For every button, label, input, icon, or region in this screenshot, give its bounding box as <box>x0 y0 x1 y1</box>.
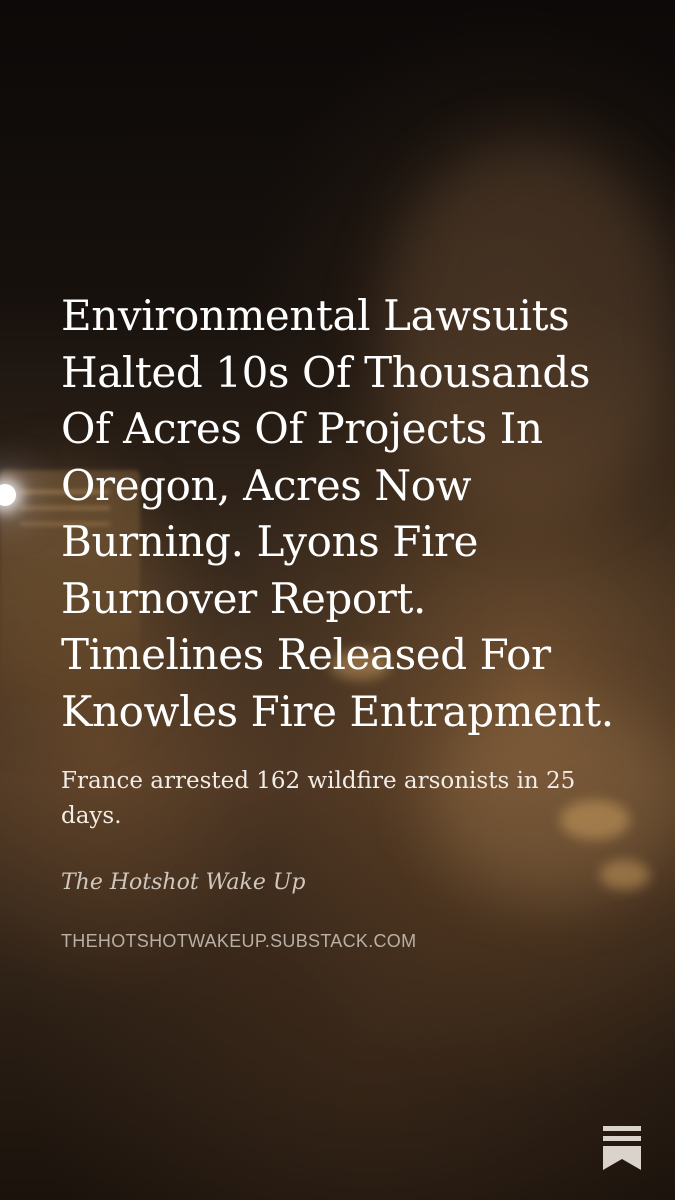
post-title[interactable]: Environmental Lawsuits Halted 10s Of Tho… <box>61 288 641 740</box>
publication-name: The Hotshot Wake Up <box>61 870 306 895</box>
publication-domain-link[interactable]: THEHOTSHOTWAKEUP.SUBSTACK.COM <box>61 931 641 952</box>
post-subtitle: France arrested 162 wildfire arsonists i… <box>61 768 576 829</box>
post-card[interactable]: Environmental Lawsuits Halted 10s Of Tho… <box>0 0 675 1200</box>
post-text: Environmental Lawsuits Halted 10s Of Tho… <box>61 288 641 952</box>
substack-logo-icon[interactable] <box>603 1126 641 1170</box>
